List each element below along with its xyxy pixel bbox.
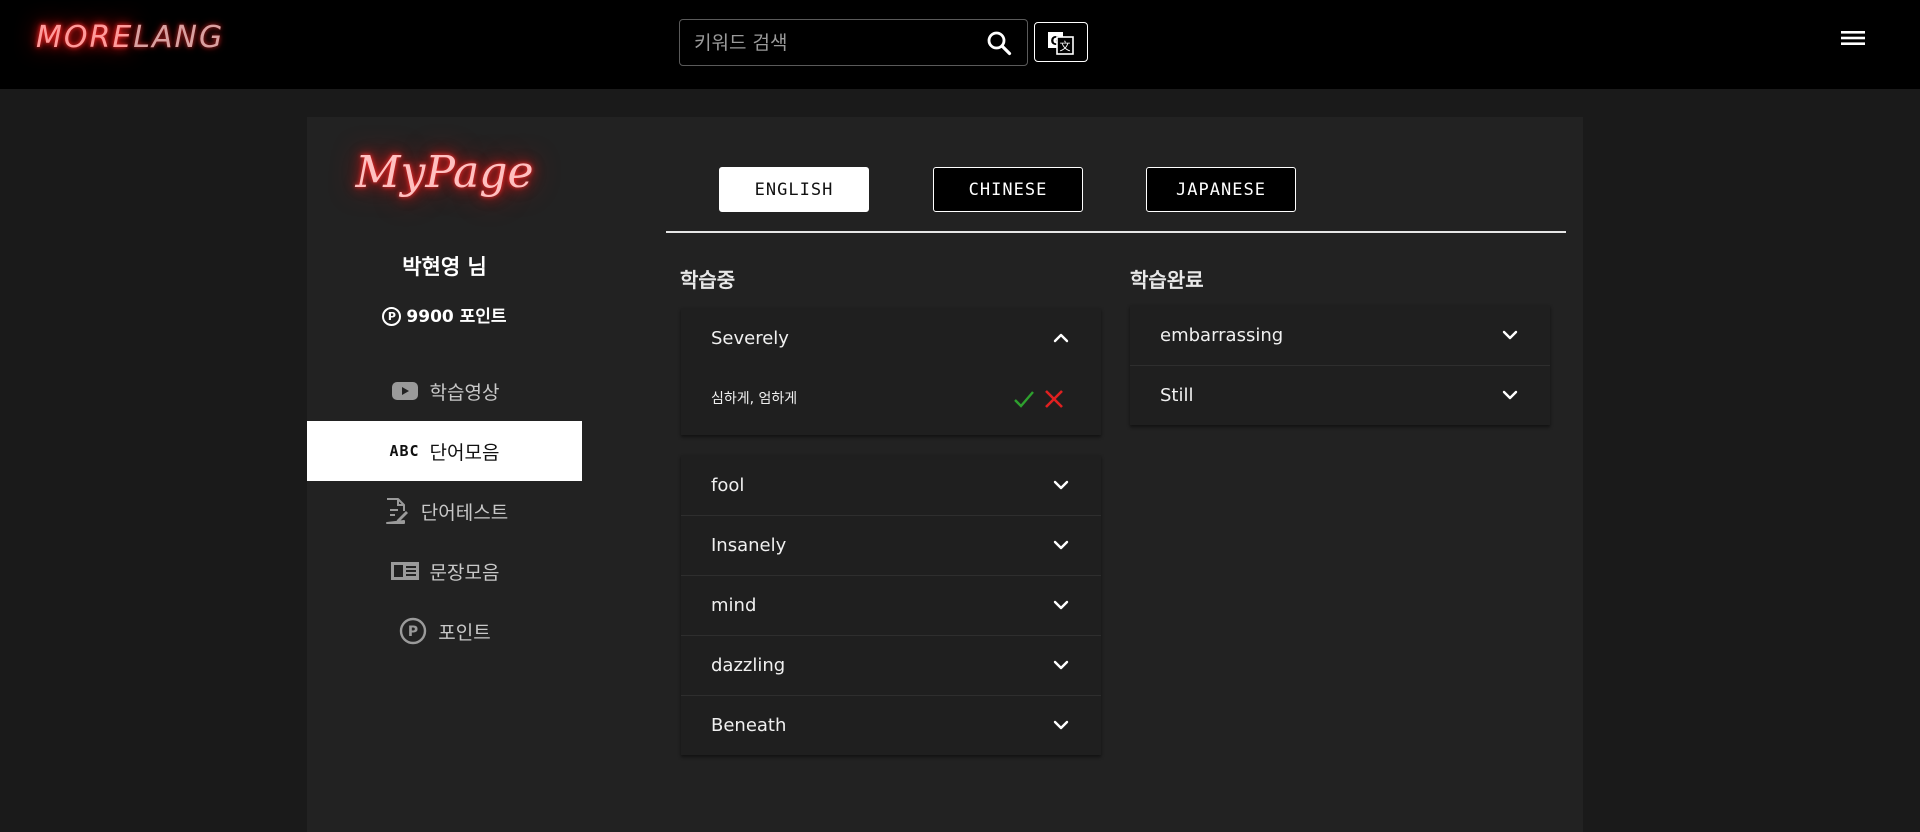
sidebar-item-label: 문장모음 [429,561,500,584]
word-text: embarrassing [1160,324,1284,346]
sidebar-item-videos[interactable]: 학습영상 [307,361,582,421]
word-row[interactable]: Beneath [681,695,1101,755]
word-text: dazzling [711,654,786,676]
completed-word-row[interactable]: Still [1130,365,1550,425]
word-row[interactable]: fool [681,455,1101,515]
sidebar-item-words[interactable]: ABC 단어모음 [307,421,582,481]
youtube-icon [390,378,420,404]
points-display: P 9900 포인트 [307,302,582,327]
point-icon: P [382,307,402,326]
google-translate-icon: G 文 [1048,32,1074,55]
sidebar-item-word-test[interactable]: 단어테스트 [307,481,582,541]
word-text: Beneath [711,714,787,736]
chevron-down-icon [1053,600,1069,610]
word-row[interactable]: mind [681,575,1101,635]
tab-english[interactable]: ENGLISH [719,167,869,212]
sidebar-item-label: 포인트 [438,621,491,644]
sidebar-item-label: 학습영상 [429,381,500,404]
logo-text-dim: LANG [133,20,225,55]
sidebar-item-label: 단어모음 [429,441,500,464]
sidebar-item-points[interactable]: P 포인트 [307,601,582,661]
check-icon[interactable] [1013,388,1035,410]
tab-divider [666,231,1566,233]
word-list: fool Insanely mind dazzling Beneath [681,455,1101,755]
chevron-down-icon [1502,330,1518,340]
word-text: mind [711,594,757,616]
completed-word-row[interactable]: embarrassing [1130,305,1550,365]
search-box [679,19,1028,66]
hamburger-menu-icon[interactable] [1840,26,1866,50]
tab-japanese[interactable]: JAPANESE [1146,167,1296,212]
book-icon [390,558,420,584]
word-text: Severely [711,327,789,349]
sidebar-item-label: 단어테스트 [420,501,509,524]
word-text: Still [1160,384,1194,406]
chevron-up-icon [1053,333,1069,343]
search-icon[interactable] [986,30,1012,56]
mypage-panel: MyPage 박현영 님 P 9900 포인트 학습영상 ABC 단어모음 단어테… [307,117,1583,832]
points-value: 9900 포인트 [406,307,507,327]
close-icon[interactable] [1043,388,1065,410]
word-row[interactable]: dazzling [681,635,1101,695]
word-text: fool [711,474,745,496]
chevron-down-icon [1053,540,1069,550]
username: 박현영 님 [402,255,487,279]
point-circle-icon: P [398,617,428,645]
word-text: Insanely [711,534,787,556]
tab-chinese[interactable]: CHINESE [933,167,1083,212]
top-navbar: MORELANG G 文 [0,0,1920,89]
expanded-word-card: Severely 심하게, 엄하게 [681,308,1101,435]
sidebar-item-sentences[interactable]: 문장모음 [307,541,582,601]
word-meaning: 심하게, 엄하게 [711,391,798,407]
completed-word-list: embarrassing Still [1130,305,1550,425]
svg-text:P: P [408,624,418,640]
logo-text-main: MORE [36,20,134,55]
chevron-down-icon [1053,480,1069,490]
translate-button[interactable]: G 文 [1034,22,1088,62]
word-row[interactable]: Insanely [681,515,1101,575]
sidebar: MyPage 박현영 님 P 9900 포인트 학습영상 ABC 단어모음 단어테… [307,117,582,832]
document-edit-icon [381,498,411,524]
chevron-down-icon [1502,390,1518,400]
chevron-down-icon [1053,720,1069,730]
word-row-severely[interactable]: Severely [681,308,1101,368]
completed-title: 학습완료 [1130,268,1204,292]
morelang-logo[interactable]: MORELANG [36,20,224,55]
mypage-logo: MyPage [355,147,534,198]
search-input[interactable] [694,30,974,56]
learning-title: 학습중 [680,268,736,292]
svg-text:文: 文 [1060,39,1071,53]
abc-icon: ABC [389,442,420,460]
chevron-down-icon [1053,660,1069,670]
